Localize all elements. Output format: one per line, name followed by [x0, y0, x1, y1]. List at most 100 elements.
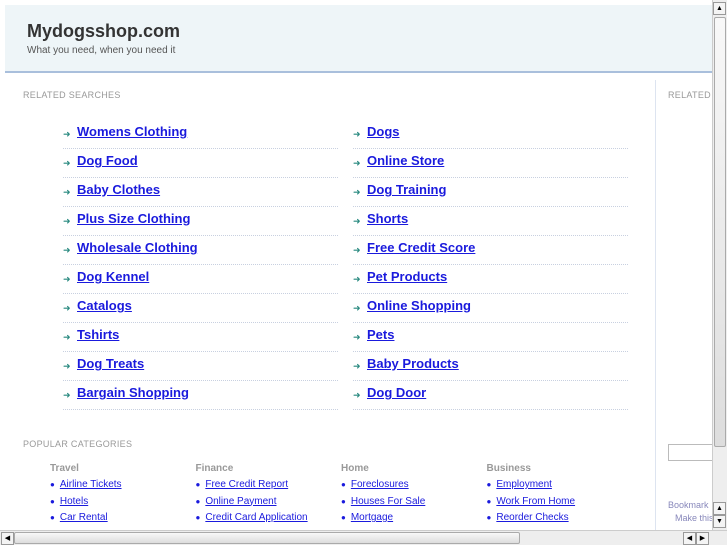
related-search-link[interactable]: Bargain Shopping: [77, 385, 189, 400]
category-item[interactable]: ● Hotels: [50, 496, 190, 513]
scroll-up-arrow-icon[interactable]: ▲: [713, 2, 726, 15]
bullet-icon: ●: [341, 513, 346, 522]
make-homepage-link[interactable]: Make this: [675, 513, 712, 523]
arrow-bullet-icon: ➜: [353, 187, 361, 197]
category-link[interactable]: Credit Card Application: [205, 512, 307, 523]
related-search-link[interactable]: Online Shopping: [367, 298, 471, 313]
sidebar-heading: RELATED: [668, 90, 711, 100]
vertical-scrollbar[interactable]: ▲ ▲ ▼: [712, 0, 727, 530]
category-link[interactable]: Reorder Checks: [496, 512, 568, 523]
scroll-down-arrow-icon[interactable]: ▼: [713, 515, 726, 528]
related-search-link[interactable]: Dog Treats: [77, 356, 144, 371]
site-tagline: What you need, when you need it: [27, 45, 176, 56]
category-item[interactable]: ● Credit Card Application: [196, 512, 336, 529]
horizontal-scroll-thumb[interactable]: [14, 532, 520, 544]
related-search-link[interactable]: Dog Kennel: [77, 269, 149, 284]
related-search-link[interactable]: Dog Food: [77, 153, 138, 168]
category-item[interactable]: ● Airline Tickets: [50, 479, 190, 496]
related-search-link[interactable]: Online Store: [367, 153, 444, 168]
related-search-link[interactable]: Dog Door: [367, 385, 426, 400]
related-search-item[interactable]: ➜ Pet Products: [353, 265, 628, 294]
related-search-item[interactable]: ➜ Wholesale Clothing: [63, 236, 338, 265]
column-divider: [655, 80, 656, 530]
category-link[interactable]: Work From Home: [496, 496, 575, 507]
category-item[interactable]: ● Work From Home: [487, 496, 627, 513]
bullet-icon: ●: [486, 496, 492, 506]
bookmark-link[interactable]: Bookmark: [668, 500, 709, 510]
page-viewport: Mydogsshop.com What you need, when you n…: [0, 0, 712, 530]
related-search-item[interactable]: ➜ Free Credit Score: [353, 236, 628, 265]
category-link[interactable]: Hotels: [60, 496, 88, 507]
related-search-item[interactable]: ➜ Online Shopping: [353, 294, 628, 323]
related-search-link[interactable]: Womens Clothing: [77, 124, 187, 139]
related-search-link[interactable]: Baby Clothes: [77, 182, 160, 197]
category-link[interactable]: Online Payment: [205, 496, 276, 507]
related-search-item[interactable]: ➜ Tshirts: [63, 323, 338, 352]
related-search-link[interactable]: Pet Products: [367, 269, 447, 284]
category-item[interactable]: ● Mortgage: [341, 512, 481, 529]
popular-categories-heading: POPULAR CATEGORIES: [23, 439, 133, 449]
related-search-item[interactable]: ➜ Catalogs: [63, 294, 338, 323]
arrow-bullet-icon: ➜: [63, 390, 71, 400]
related-search-link[interactable]: Dog Training: [367, 182, 446, 197]
related-search-link[interactable]: Wholesale Clothing: [77, 240, 198, 255]
arrow-bullet-icon: ➜: [353, 390, 361, 400]
related-search-item[interactable]: ➜ Womens Clothing: [63, 120, 338, 149]
related-search-link[interactable]: Tshirts: [77, 327, 119, 342]
arrow-bullet-icon: ➜: [353, 332, 361, 342]
bullet-icon: ●: [486, 513, 492, 522]
related-searches-heading: RELATED SEARCHES: [23, 90, 121, 100]
horizontal-scrollbar[interactable]: ◀ ◀ ▶: [0, 530, 727, 545]
bullet-icon: ●: [486, 480, 492, 489]
related-search-item[interactable]: ➜ Dog Door: [353, 381, 628, 410]
category-link[interactable]: Houses For Sale: [351, 496, 425, 507]
arrow-bullet-icon: ➜: [63, 216, 71, 226]
category-item[interactable]: ● Car Rental: [50, 512, 190, 529]
category-link[interactable]: Car Rental: [60, 512, 108, 523]
scroll-left-arrow-icon[interactable]: ◀: [1, 532, 14, 545]
category-link[interactable]: Mortgage: [351, 512, 393, 523]
category-link[interactable]: Foreclosures: [351, 479, 409, 490]
category-link[interactable]: Free Credit Report: [205, 479, 288, 490]
related-search-item[interactable]: ➜ Dog Food: [63, 149, 338, 178]
category-item[interactable]: ● Houses For Sale: [341, 496, 481, 513]
related-search-item[interactable]: ➜ Bargain Shopping: [63, 381, 338, 410]
related-search-item[interactable]: ➜ Baby Products: [353, 352, 628, 381]
category-link[interactable]: Airline Tickets: [60, 479, 122, 490]
site-title[interactable]: Mydogsshop.com: [27, 21, 180, 42]
arrow-bullet-icon: ➜: [63, 303, 71, 313]
related-search-link[interactable]: Dogs: [367, 124, 400, 139]
category-item[interactable]: ● Foreclosures: [341, 479, 481, 496]
related-search-link[interactable]: Plus Size Clothing: [77, 211, 190, 226]
category-column: Travel ● Airline Tickets ● Hotels ● Car Rental: [50, 463, 190, 529]
scroll-right-arrow-icon[interactable]: ▶: [696, 532, 709, 545]
category-title: Finance: [195, 463, 234, 474]
category-title: Home: [341, 463, 369, 474]
scroll-left-arrow-icon[interactable]: ◀: [683, 532, 696, 545]
related-search-item[interactable]: ➜ Online Store: [353, 149, 628, 178]
category-item[interactable]: ● Employment: [487, 479, 627, 496]
related-search-link[interactable]: Shorts: [367, 211, 408, 226]
related-search-link[interactable]: Baby Products: [367, 356, 459, 371]
related-search-item[interactable]: ➜ Dogs: [353, 120, 628, 149]
bullet-icon: ●: [50, 496, 55, 506]
category-link[interactable]: Employment: [496, 479, 552, 490]
sidebar-search-input[interactable]: [668, 444, 712, 461]
related-search-link[interactable]: Catalogs: [77, 298, 132, 313]
category-item[interactable]: ● Online Payment: [196, 496, 336, 513]
related-search-item[interactable]: ➜ Pets: [353, 323, 628, 352]
related-search-item[interactable]: ➜ Baby Clothes: [63, 178, 338, 207]
related-search-item[interactable]: ➜ Dog Training: [353, 178, 628, 207]
related-search-item[interactable]: ➜ Plus Size Clothing: [63, 207, 338, 236]
arrow-bullet-icon: ➜: [63, 274, 71, 284]
category-item[interactable]: ● Reorder Checks: [487, 512, 627, 529]
vertical-scroll-thumb[interactable]: [714, 17, 726, 447]
arrow-bullet-icon: ➜: [353, 129, 361, 139]
related-search-item[interactable]: ➜ Dog Treats: [63, 352, 338, 381]
related-search-item[interactable]: ➜ Shorts: [353, 207, 628, 236]
category-item[interactable]: ● Free Credit Report: [196, 479, 336, 496]
scroll-up-arrow-icon[interactable]: ▲: [713, 502, 726, 515]
related-search-link[interactable]: Free Credit Score: [367, 240, 475, 255]
related-search-link[interactable]: Pets: [367, 327, 394, 342]
related-search-item[interactable]: ➜ Dog Kennel: [63, 265, 338, 294]
